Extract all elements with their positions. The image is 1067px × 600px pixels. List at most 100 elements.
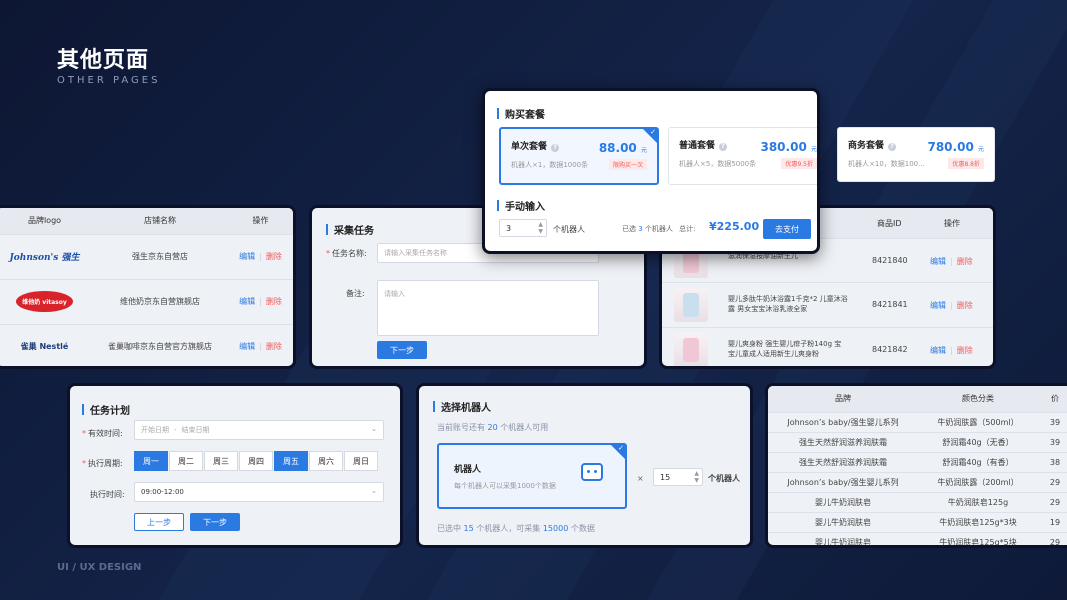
next-button[interactable]: 下一步 bbox=[377, 341, 427, 359]
delete-link[interactable]: 删除 bbox=[957, 301, 973, 310]
package-tag: 限购买一次 bbox=[608, 159, 647, 170]
valid-time-label: 有效时间: bbox=[88, 429, 123, 438]
product-name: 婴儿爽身粉 强生婴儿痱子粉140g 宝宝儿童成人适用新生儿爽身粉 bbox=[728, 340, 842, 358]
package-business[interactable]: 商务套餐? 780.00 元 机器人×10，数据100... 优惠8.8折 bbox=[837, 127, 995, 182]
cycle-label: 执行周期: bbox=[88, 459, 123, 468]
store-name: 雀巢咖啡京东自营官方旗舰店 bbox=[92, 323, 228, 366]
page-subtitle: OTHER PAGES bbox=[57, 75, 161, 86]
col-store-name: 店铺名称 bbox=[92, 208, 228, 234]
robot-select-card: 选择机器人 当前账号还有 20 个机器人可用 机器人 每个机器人可以采集1000… bbox=[416, 383, 753, 548]
package-price: 88.00 bbox=[598, 141, 637, 155]
delete-link[interactable]: 删除 bbox=[957, 346, 973, 355]
check-icon bbox=[643, 128, 657, 143]
package-single[interactable]: 单次套餐? 88.00 元 机器人×1，数据1000条 限购买一次 bbox=[499, 127, 659, 185]
remark-textarea[interactable]: 请输入 bbox=[377, 280, 599, 336]
section-title: 任务计划 bbox=[82, 402, 130, 417]
table-row: Johnson’s baby/强生婴儿系列 牛奶润肤露（500ml） 39 bbox=[768, 411, 1067, 432]
manual-input-title: 手动输入 bbox=[497, 198, 545, 213]
brand-table: 品牌logo 店铺名称 操作 Johnson's 强生 强生京东自营店 编辑 | 删… bbox=[0, 208, 293, 366]
edit-link[interactable]: 编辑 bbox=[239, 252, 255, 261]
table-row: 婴儿爽身粉 强生婴儿痱子粉140g 宝宝儿童成人适用新生儿爽身粉 8421842… bbox=[662, 327, 993, 366]
purchase-card: 购买套餐 单次套餐? 88.00 元 机器人×1，数据1000条 限购买一次 普… bbox=[482, 88, 820, 254]
table-row: 强生天然舒润滋养润肤霜 舒润霜40g（无香） 39 bbox=[768, 431, 1067, 452]
product-id: 8421840 bbox=[872, 256, 908, 265]
product-image bbox=[674, 333, 708, 366]
col-actions: 操作 bbox=[944, 219, 960, 228]
day-fri[interactable]: 周五 bbox=[274, 451, 308, 471]
task-name-label: 任务名称: bbox=[332, 249, 367, 258]
col-actions: 操作 bbox=[228, 208, 293, 234]
edit-link[interactable]: 编辑 bbox=[930, 257, 946, 266]
col-product-id: 商品ID bbox=[877, 219, 902, 228]
selected-summary: 已选 3 个机器人 总计: bbox=[622, 225, 696, 233]
robot-card[interactable]: 机器人 每个机器人可以采集1000个数据 bbox=[437, 443, 627, 509]
robot-qty-input[interactable]: 3 ▲ ▼ bbox=[499, 219, 547, 237]
qty-unit: 个机器人 bbox=[708, 474, 740, 483]
day-sun[interactable]: 周日 bbox=[344, 451, 378, 471]
delete-link[interactable]: 删除 bbox=[957, 257, 973, 266]
available-robots: 当前账号还有 20 个机器人可用 bbox=[437, 423, 549, 432]
robot-qty-input[interactable]: 15 ▲ ▼ bbox=[653, 468, 703, 486]
day-sat[interactable]: 周六 bbox=[309, 451, 343, 471]
help-icon[interactable]: ? bbox=[719, 143, 728, 151]
stepper-icon[interactable]: ▲ ▼ bbox=[538, 221, 543, 235]
edit-link[interactable]: 编辑 bbox=[930, 301, 946, 310]
robot-card-title: 机器人 bbox=[454, 465, 482, 475]
product-image bbox=[674, 288, 708, 322]
delete-link[interactable]: 删除 bbox=[266, 252, 282, 261]
page-title: 其他页面 bbox=[57, 48, 150, 73]
times-sign: × bbox=[637, 474, 644, 483]
chevron-down-icon: ⌄ bbox=[371, 487, 377, 495]
nestle-logo: 雀巢 Nestlé bbox=[20, 342, 69, 352]
pay-button[interactable]: 去支付 bbox=[763, 219, 811, 239]
delete-link[interactable]: 删除 bbox=[266, 297, 282, 306]
day-wed[interactable]: 周三 bbox=[204, 451, 238, 471]
col-brand-logo: 品牌logo bbox=[0, 208, 92, 234]
col-price: 价 bbox=[1038, 386, 1067, 412]
edit-link[interactable]: 编辑 bbox=[239, 297, 255, 306]
price-unit: 元 bbox=[810, 146, 817, 153]
date-range-input[interactable]: 开始日期 - 结束日期 ⌄ bbox=[134, 420, 384, 440]
brand-sku-table: 品牌 颜色分类 价 Johnson’s baby/强生婴儿系列 牛奶润肤露（500… bbox=[768, 386, 1067, 545]
delete-link[interactable]: 删除 bbox=[266, 342, 282, 351]
total-price: ¥225.00 bbox=[709, 220, 760, 233]
day-mon[interactable]: 周一 bbox=[134, 451, 168, 471]
table-row: Johnson’s baby/强生婴儿系列 牛奶润肤露（200ml） 29 bbox=[768, 471, 1067, 492]
package-price: 780.00 bbox=[927, 140, 974, 154]
prev-button[interactable]: 上一步 bbox=[134, 513, 184, 531]
section-title: 购买套餐 bbox=[497, 106, 545, 121]
package-name: 单次套餐 bbox=[511, 142, 548, 152]
table-row: 婴儿牛奶润肤皂 牛奶润肤皂125g*5块 29 bbox=[768, 531, 1067, 545]
qty-unit: 个机器人 bbox=[553, 225, 585, 234]
time-select[interactable]: 09:00-12:00 ⌄ bbox=[134, 482, 384, 502]
chevron-down-icon: ⌄ bbox=[371, 425, 377, 433]
edit-link[interactable]: 编辑 bbox=[930, 346, 946, 355]
price-unit: 元 bbox=[977, 146, 984, 153]
product-name: 婴儿多肽牛奶沐浴露1千克*2 儿童沐浴露 男女宝宝沐浴乳液全家 bbox=[728, 295, 848, 313]
help-icon[interactable]: ? bbox=[888, 143, 897, 151]
section-title: 选择机器人 bbox=[433, 399, 491, 414]
page-footer: UI / UX DESIGN bbox=[57, 562, 142, 573]
selection-summary: 已选中 15 个机器人，可采集 15000 个数据 bbox=[437, 524, 595, 533]
package-tag: 优惠9.5折 bbox=[781, 158, 817, 169]
remark-label: 备注: bbox=[346, 289, 365, 298]
vitasoy-logo: 维他奶 vitasoy bbox=[16, 291, 73, 312]
package-normal[interactable]: 普通套餐? 380.00 元 机器人×5，数据5000条 优惠9.5折 bbox=[668, 127, 817, 185]
col-color: 颜色分类 bbox=[918, 386, 1038, 412]
edit-link[interactable]: 编辑 bbox=[239, 342, 255, 351]
table-row: 强生天然舒润滋养润肤霜 舒润霜40g（有香） 38 bbox=[768, 451, 1067, 472]
table-row: 雀巢 Nestlé 雀巢咖啡京东自营官方旗舰店 编辑 | 删除 bbox=[0, 323, 293, 366]
stepper-icon[interactable]: ▲ ▼ bbox=[694, 470, 699, 484]
table-row: 婴儿牛奶润肤皂 牛奶润肤皂125g 29 bbox=[768, 491, 1067, 512]
johnsons-logo: Johnson's 强生 bbox=[9, 253, 80, 263]
day-tue[interactable]: 周二 bbox=[169, 451, 203, 471]
next-button[interactable]: 下一步 bbox=[190, 513, 240, 531]
package-price: 380.00 bbox=[760, 140, 807, 154]
day-thu[interactable]: 周四 bbox=[239, 451, 273, 471]
table-row: 婴儿多肽牛奶沐浴露1千克*2 儿童沐浴露 男女宝宝沐浴乳液全家 8421841 … bbox=[662, 282, 993, 327]
brand-sku-card: 品牌 颜色分类 价 Johnson’s baby/强生婴儿系列 牛奶润肤露（500… bbox=[765, 383, 1067, 548]
price-unit: 元 bbox=[640, 147, 647, 154]
table-row: 维他奶 vitasoy 维他奶京东自营旗舰店 编辑 | 删除 bbox=[0, 278, 293, 324]
package-name: 普通套餐 bbox=[679, 141, 716, 151]
help-icon[interactable]: ? bbox=[551, 144, 560, 152]
